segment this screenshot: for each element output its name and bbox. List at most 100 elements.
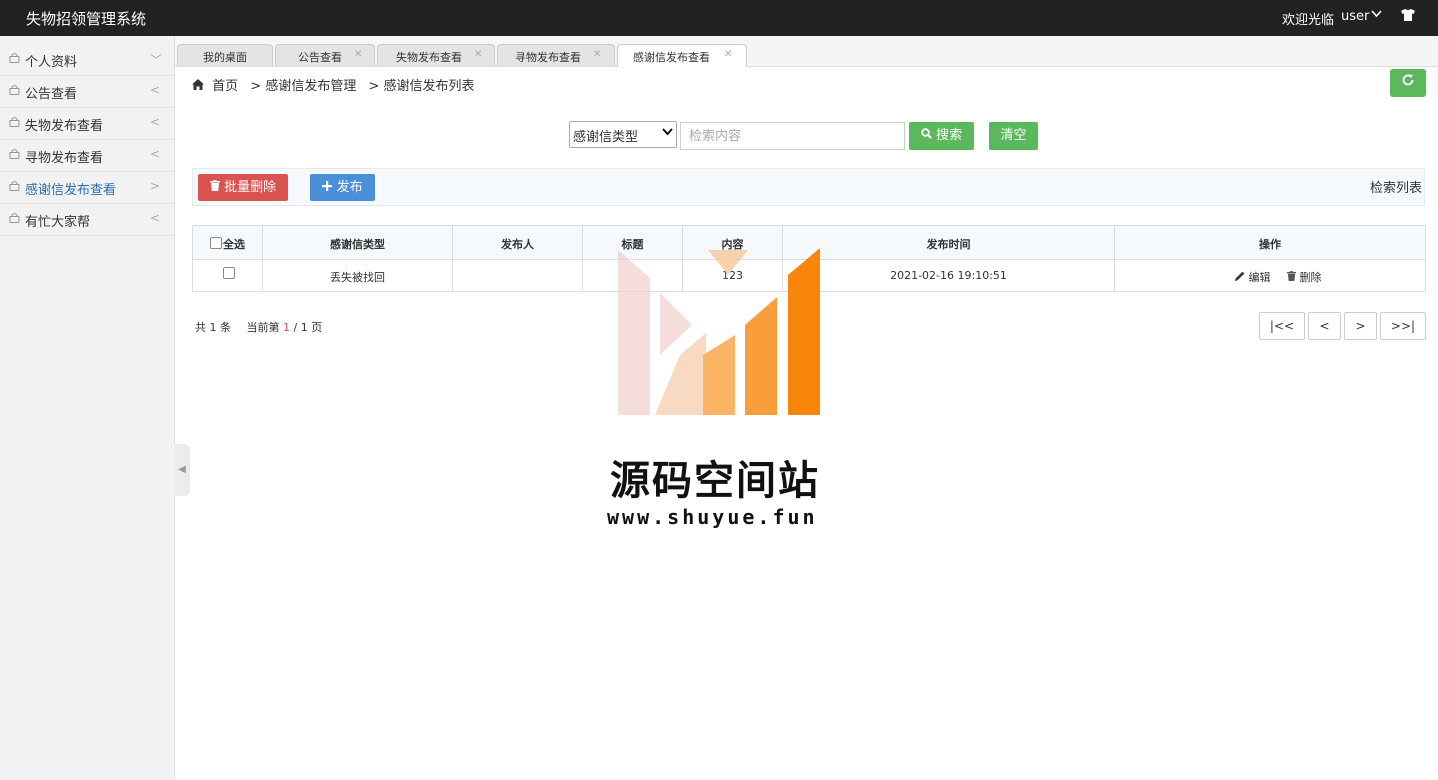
cell-time: 2021-02-16 19:10:51: [890, 269, 1007, 282]
close-icon[interactable]: ✕: [593, 49, 601, 60]
select-all-checkbox[interactable]: [210, 237, 222, 249]
home-icon[interactable]: [192, 79, 204, 94]
next-page-button[interactable]: >: [1344, 312, 1377, 340]
sidebar-item-label: 公告查看: [25, 87, 78, 102]
chevron-icon: <: [150, 147, 161, 161]
sidebar: 个人资料 ﹀ 公告查看 < 失物发布查看 < 寻物发布查看 < 感谢信发布查看 …: [0, 36, 175, 780]
prev-page-button[interactable]: <: [1308, 312, 1341, 340]
pager-current-prefix: 当前第: [246, 321, 280, 334]
tab-desktop[interactable]: 我的桌面: [177, 44, 273, 66]
batch-delete-label: 批量删除: [224, 180, 277, 195]
lock-icon: [9, 180, 20, 191]
row-checkbox[interactable]: [223, 267, 235, 279]
publish-label: 发布: [336, 180, 363, 195]
close-icon[interactable]: ✕: [474, 49, 482, 60]
pager-info: 共 1 条 当前第 1 / 1 页: [195, 319, 322, 335]
edit-link[interactable]: 编辑: [1235, 269, 1271, 285]
last-page-button[interactable]: >>|: [1380, 312, 1426, 340]
sidebar-item-lost[interactable]: 失物发布查看 <: [0, 108, 174, 140]
tab-label: 失物发布查看: [396, 51, 462, 64]
first-page-button[interactable]: |<<: [1259, 312, 1305, 340]
sidebar-item-label: 感谢信发布查看: [25, 183, 117, 198]
header-select-all[interactable]: 全选: [223, 236, 253, 252]
chevron-down-icon[interactable]: [1371, 8, 1382, 22]
batch-delete-button[interactable]: 批量删除: [198, 174, 288, 201]
breadcrumb-level2: > 感谢信发布列表: [368, 79, 475, 94]
type-select[interactable]: 感谢信类型: [569, 121, 677, 148]
clear-button[interactable]: 清空: [989, 122, 1038, 150]
chevron-icon: <: [150, 115, 161, 129]
header-type: 感谢信类型: [330, 238, 385, 251]
chevron-down-icon: [662, 126, 673, 140]
watermark-logo: [618, 248, 820, 415]
pencil-icon: [1235, 271, 1245, 281]
theme-shirt-icon[interactable]: [1400, 7, 1416, 27]
pager-sep: /: [293, 321, 298, 334]
watermark-name: 源码空间站: [610, 458, 820, 504]
header-actions: 操作: [1259, 238, 1281, 251]
refresh-button[interactable]: [1390, 69, 1426, 97]
user-menu[interactable]: user: [1341, 9, 1369, 24]
search-button[interactable]: 搜索: [909, 122, 974, 150]
breadcrumb: 首页 > 感谢信发布管理 > 感谢信发布列表: [192, 75, 479, 94]
chevron-icon: ﹀: [150, 53, 163, 67]
lock-icon: [9, 84, 20, 95]
header-publisher: 发布人: [501, 238, 534, 251]
plus-icon: [322, 181, 333, 191]
publish-button[interactable]: 发布: [310, 174, 375, 201]
edit-label: 编辑: [1248, 271, 1271, 284]
refresh-icon: [1402, 74, 1414, 86]
sidebar-item-label: 失物发布查看: [25, 119, 104, 134]
tab-label: 感谢信发布查看: [633, 51, 710, 64]
delete-label: 删除: [1299, 271, 1322, 284]
breadcrumb-level1[interactable]: > 感谢信发布管理: [250, 79, 356, 94]
search-icon: [921, 128, 932, 139]
tab-label: 我的桌面: [203, 51, 247, 64]
welcome-text: 欢迎光临: [1282, 13, 1335, 28]
sidebar-collapse-handle[interactable]: ◀: [174, 444, 190, 496]
search-input[interactable]: [680, 122, 905, 150]
chevron-icon: <: [150, 211, 161, 225]
pager-total: 1: [209, 321, 217, 334]
pager-total-suffix: 条: [220, 321, 231, 334]
sidebar-item-label: 个人资料: [25, 55, 78, 70]
header-time: 发布时间: [926, 238, 971, 251]
search-button-label: 搜索: [936, 128, 963, 143]
app-title: 失物招领管理系统: [26, 10, 147, 28]
type-select-value: 感谢信类型: [573, 130, 639, 145]
sidebar-item-profile[interactable]: 个人资料 ﹀: [0, 44, 174, 76]
sidebar-item-search[interactable]: 寻物发布查看 <: [0, 140, 174, 172]
breadcrumb-home[interactable]: 首页: [212, 79, 238, 94]
sidebar-item-label: 寻物发布查看: [25, 151, 104, 166]
pager-total-prefix: 共: [195, 321, 206, 334]
delete-link[interactable]: 删除: [1287, 269, 1322, 285]
close-icon[interactable]: ✕: [354, 49, 362, 60]
lock-icon: [9, 148, 20, 159]
tab-notice[interactable]: 公告查看 ✕: [275, 44, 375, 66]
pager-current: 1: [283, 321, 290, 334]
watermark-url: www.shuyue.fun: [607, 505, 818, 529]
chevron-icon: >: [150, 179, 161, 193]
tab-bar: 我的桌面 公告查看 ✕ 失物发布查看 ✕ 寻物发布查看 ✕ 感谢信发布查看 ✕: [175, 36, 1438, 67]
trash-icon: [1287, 271, 1296, 281]
trash-icon: [209, 180, 220, 191]
lock-icon: [9, 212, 20, 223]
tab-lost[interactable]: 失物发布查看 ✕: [377, 44, 495, 66]
search-list-label: 检索列表: [1370, 181, 1423, 196]
pager-pages: 1: [300, 321, 308, 334]
lock-icon: [9, 52, 20, 63]
tab-search[interactable]: 寻物发布查看 ✕: [497, 44, 615, 66]
tab-label: 公告查看: [298, 51, 342, 64]
lock-icon: [9, 116, 20, 127]
sidebar-item-notice[interactable]: 公告查看 <: [0, 76, 174, 108]
pager-pages-suffix: 页: [311, 321, 323, 334]
tab-thanks[interactable]: 感谢信发布查看 ✕: [617, 44, 747, 67]
cell-type: 丢失被找回: [330, 271, 385, 284]
top-bar: 失物招领管理系统 欢迎光临 user: [0, 0, 1438, 36]
chevron-icon: <: [150, 83, 161, 97]
tab-label: 寻物发布查看: [515, 51, 581, 64]
sidebar-item-help[interactable]: 有忙大家帮 <: [0, 204, 174, 236]
close-icon[interactable]: ✕: [724, 49, 732, 60]
list-toolbar: [192, 168, 1425, 206]
sidebar-item-thanks[interactable]: 感谢信发布查看 >: [0, 172, 174, 204]
